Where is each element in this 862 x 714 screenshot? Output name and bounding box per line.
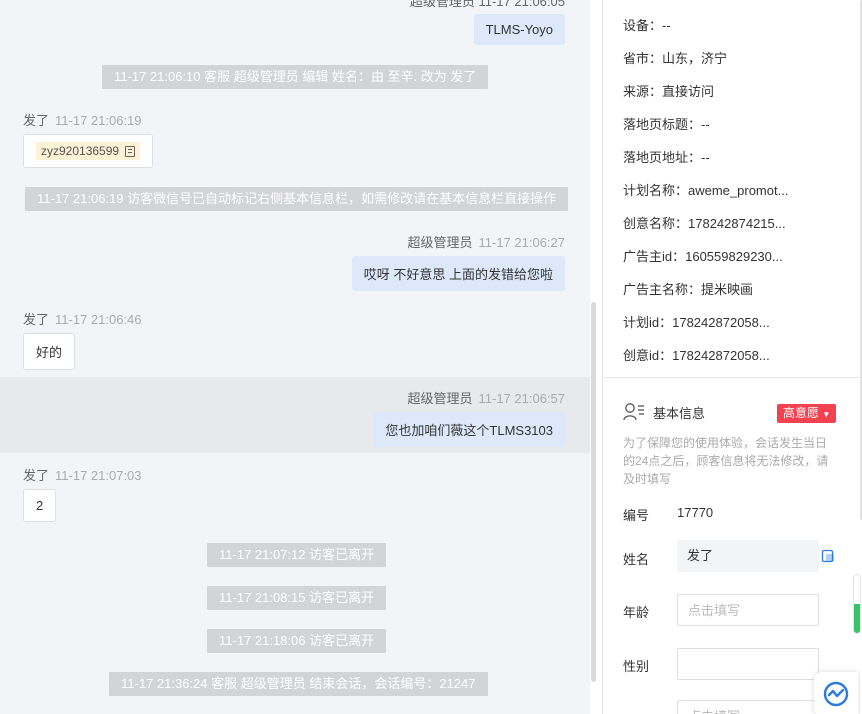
message-bubble: 您也加咱们薇这个TLMS3103 — [373, 412, 565, 447]
system-notice: 11-17 21:18:06 访客已离开 — [207, 629, 387, 653]
info-landing-title: 落地页标题：-- — [623, 117, 710, 132]
info-plan-name: 计划名称：aweme_promot... — [623, 183, 789, 198]
message-bubble: 2 — [23, 489, 57, 522]
sender-name: 超级管理员 — [407, 391, 473, 406]
chat-scrollbar[interactable] — [591, 302, 596, 682]
id-label: 编号 — [623, 508, 650, 523]
info-landing-url: 落地页地址：-- — [623, 150, 710, 165]
info-advertiser-id: 广告主id：160559829230... — [623, 249, 783, 264]
system-notice: 11-17 21:07:12 访客已离开 — [207, 543, 387, 567]
message-bubble: 好的 — [23, 333, 76, 370]
gender-field[interactable] — [677, 648, 819, 680]
message-left: zyz920136599 — [23, 134, 154, 168]
message-left: 2 — [23, 489, 57, 522]
message-meta: 发了 11-17 21:06:19 — [23, 110, 142, 129]
sender-name: 发了 — [23, 468, 50, 483]
divider — [603, 377, 862, 378]
copy-icon[interactable] — [125, 145, 136, 157]
message-right: TLMS-Yoyo — [473, 14, 565, 45]
customer-info-panel: 设备：-- 省市：山东，济宁 来源：直接访问 落地页标题：-- 落地页地址：--… — [602, 0, 862, 714]
green-status-bar[interactable] — [853, 574, 861, 634]
floating-service-button[interactable] — [814, 672, 858, 714]
message-bubble: 哎呀 不好意思 上面的发错给您啦 — [351, 256, 565, 291]
wechat-tag[interactable]: zyz920136599 — [36, 142, 141, 160]
sender-name: 超级管理员 — [407, 235, 473, 250]
user-icon — [623, 402, 645, 422]
info-region: 省市：山东，济宁 — [623, 51, 728, 66]
info-plan-id: 计划id：178242872058... — [623, 315, 770, 330]
message-meta: 超级管理员 11-17 21:06:05 — [409, 0, 565, 9]
info-creative-name: 创意名称：178242874215... — [623, 216, 786, 231]
info-advertiser-name: 广告主名称：提米映画 — [623, 282, 754, 297]
message-meta: 超级管理员 11-17 21:06:27 — [407, 232, 565, 251]
system-notice: 11-17 21:06:10 客服 超级管理员 编辑 姓名：由 至辛. 改为 发… — [102, 65, 489, 89]
next-field[interactable] — [677, 700, 819, 714]
message-time: 11-17 21:07:03 — [55, 468, 142, 483]
age-field[interactable] — [677, 594, 819, 626]
service-logo-icon — [823, 681, 849, 707]
id-value: 17770 — [677, 505, 714, 520]
info-source: 来源：直接访问 — [623, 84, 715, 99]
message-meta: 超级管理员 11-17 21:06:57 — [407, 388, 565, 407]
message-time: 11-17 21:06:27 — [478, 235, 566, 250]
message-right: 哎呀 不好意思 上面的发错给您啦 — [351, 256, 565, 291]
message-time: 11-17 21:06:57 — [478, 391, 566, 406]
system-notice: 11-17 21:06:19 访客微信号已自动标记右侧基本信息栏，如需修改请在基… — [25, 187, 569, 211]
intent-dropdown[interactable]: 高意愿 ▼ — [777, 404, 837, 423]
sender-name: 发了 — [23, 113, 50, 128]
message-meta: 发了 11-17 21:07:03 — [23, 465, 142, 484]
copy-icon[interactable] — [821, 549, 835, 563]
chat-pane[interactable]: 超级管理员 11-17 21:06:05 TLMS-Yoyo 11-17 21:… — [0, 0, 590, 714]
message-bubble: zyz920136599 — [23, 134, 154, 168]
system-notice: 11-17 21:36:24 客服 超级管理员 结束会话，会话编号：21247 — [109, 672, 488, 696]
info-creative-id: 创意id：178242872058... — [623, 348, 770, 363]
message-time: 11-17 21:06:19 — [55, 113, 142, 128]
name-field[interactable]: 发了 — [677, 540, 819, 572]
name-label: 姓名 — [623, 552, 650, 567]
message-right: 您也加咱们薇这个TLMS3103 — [373, 412, 565, 447]
edit-notice: 为了保障您的使用体验，会话发生当日的24点之后，顾客信息将无法修改，请及时填写 — [623, 436, 829, 486]
info-device: 设备：-- — [623, 18, 671, 33]
age-label: 年龄 — [623, 605, 650, 620]
message-left: 好的 — [23, 333, 76, 370]
system-notice: 11-17 21:08:15 访客已离开 — [207, 586, 387, 610]
basic-info-title: 基本信息 — [623, 402, 705, 422]
caret-down-icon: ▼ — [822, 410, 831, 419]
message-bubble: TLMS-Yoyo — [473, 14, 565, 45]
gender-label: 性别 — [623, 659, 650, 674]
sender-name: 发了 — [23, 312, 50, 327]
message-meta: 发了 11-17 21:06:46 — [23, 309, 142, 328]
message-time: 11-17 21:06:46 — [55, 312, 142, 327]
